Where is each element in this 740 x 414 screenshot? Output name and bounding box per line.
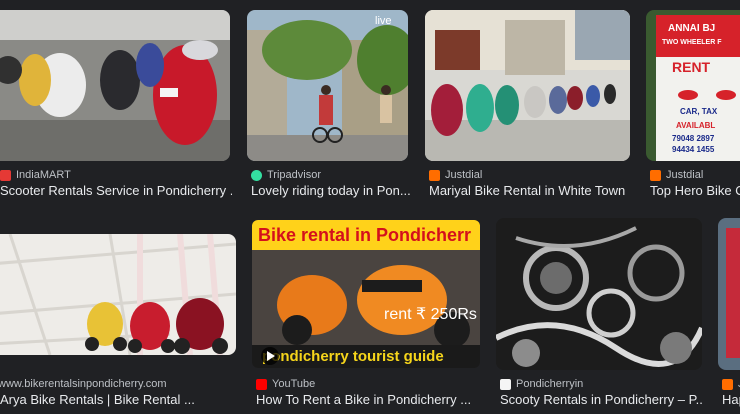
pondicherryin-icon xyxy=(500,378,511,390)
chrome-motorbike-closeup-image xyxy=(496,218,702,370)
video-thumbnail-image: Bike rental in Pondicherr rent ₹ 250Rs p… xyxy=(252,220,480,368)
justdial-icon xyxy=(429,169,440,181)
result-thumbnail[interactable] xyxy=(425,10,630,161)
result-source: Justdial xyxy=(429,169,482,181)
result-source: Justdial xyxy=(650,169,703,181)
svg-text:RENT: RENT xyxy=(672,59,711,75)
result-thumbnail[interactable] xyxy=(496,218,702,370)
result-title[interactable]: Mariyal Bike Rental in White Town ... xyxy=(429,183,629,198)
result-source: YouTube xyxy=(256,378,315,390)
result-source: Pondicherryin xyxy=(500,378,583,390)
youtube-icon xyxy=(256,378,267,390)
indiamart-icon xyxy=(0,169,11,181)
svg-text:TWO WHEELER F: TWO WHEELER F xyxy=(662,39,722,46)
result-source: Tripadvisor xyxy=(251,169,321,181)
justdial-icon xyxy=(722,378,733,390)
partial-result-image xyxy=(718,218,740,370)
result-source: Ju xyxy=(722,378,740,390)
result-thumbnail[interactable] xyxy=(718,218,740,370)
source-name: Pondicherryin xyxy=(516,378,584,390)
parked-bikes-street-image xyxy=(425,10,630,161)
result-title[interactable]: Lovely riding today in Pon... xyxy=(251,183,411,198)
scooters-map-image xyxy=(0,234,236,355)
svg-text:AVAILABL: AVAILABL xyxy=(676,121,715,130)
source-name: Justdial xyxy=(666,169,704,181)
svg-text:CAR, TAX: CAR, TAX xyxy=(680,107,718,116)
justdial-icon xyxy=(650,169,661,181)
result-source: www.bikerentalsinpondicherry.com xyxy=(0,378,167,390)
result-thumbnail[interactable] xyxy=(0,234,236,355)
svg-text:pondicherry tourist guide: pondicherry tourist guide xyxy=(262,348,444,365)
result-title[interactable]: Arya Bike Rentals | Bike Rental ... xyxy=(0,392,240,407)
source-name: Tripadvisor xyxy=(267,169,321,181)
result-thumbnail[interactable]: ANNAI BJ TWO WHEELER F RENT CAR, TAX AVA… xyxy=(646,10,740,161)
result-thumbnail[interactable] xyxy=(0,10,230,161)
svg-text:ANNAI BJ: ANNAI BJ xyxy=(668,23,715,34)
result-title[interactable]: How To Rent a Bike in Pondicherry ... xyxy=(256,392,478,407)
svg-text:Bike rental in Pondicherr: Bike rental in Pondicherr xyxy=(258,225,471,245)
source-name: YouTube xyxy=(272,378,316,390)
svg-text:rent ₹ 250Rs: rent ₹ 250Rs xyxy=(384,306,477,323)
result-title[interactable]: Scooty Rentals in Pondicherry – P... xyxy=(500,392,702,407)
scooter-rows-image xyxy=(0,10,230,161)
result-thumbnail[interactable]: live xyxy=(247,10,408,161)
tripadvisor-icon xyxy=(251,169,262,181)
result-title[interactable]: Scooter Rentals Service in Pondicherry .… xyxy=(0,183,232,198)
result-title[interactable]: Top Hero Bike O xyxy=(650,183,740,198)
result-title[interactable]: Hap xyxy=(722,392,740,407)
cyclists-street-image: live xyxy=(247,10,408,161)
result-thumbnail[interactable]: Bike rental in Pondicherr rent ₹ 250Rs p… xyxy=(252,220,480,368)
source-name: IndiaMART xyxy=(16,169,71,181)
source-name: Justdial xyxy=(445,169,483,181)
source-name: www.bikerentalsinpondicherry.com xyxy=(0,378,167,390)
svg-text:79048 2897: 79048 2897 xyxy=(672,134,715,143)
result-source: IndiaMART xyxy=(0,169,71,181)
rental-signboard-image: ANNAI BJ TWO WHEELER F RENT CAR, TAX AVA… xyxy=(646,10,740,161)
live-watermark: live xyxy=(375,15,392,27)
svg-text:94434 1455: 94434 1455 xyxy=(672,145,715,154)
